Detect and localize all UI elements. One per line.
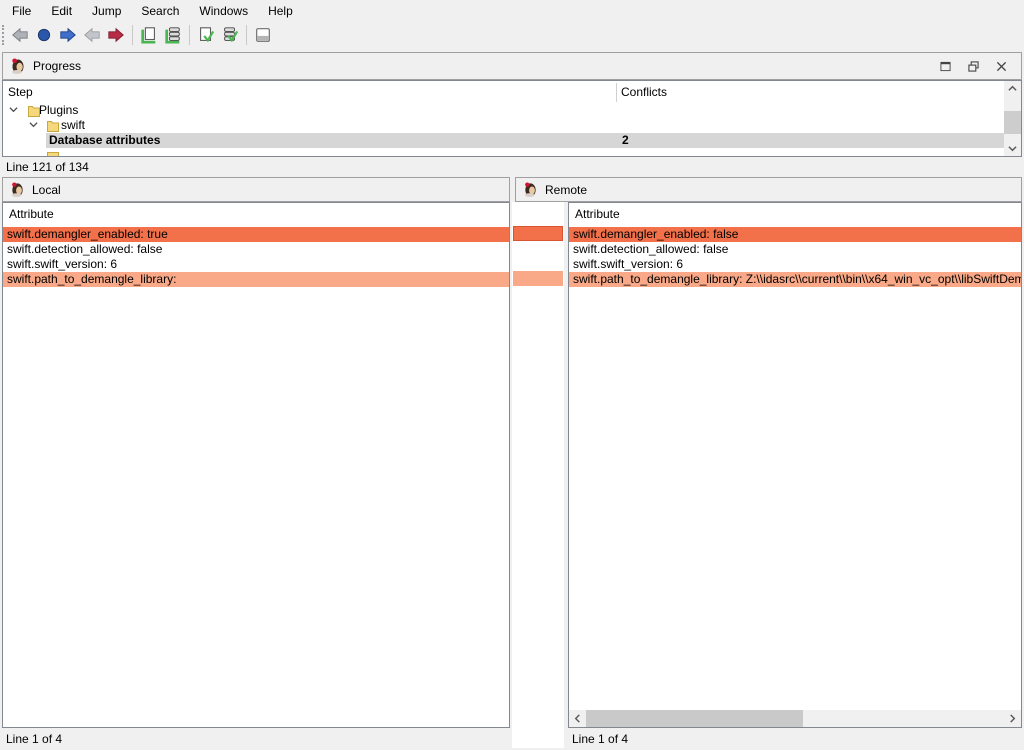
local-row-detection-allowed[interactable]: swift.detection_allowed: false: [3, 242, 509, 257]
remote-horizontal-scrollbar[interactable]: [569, 710, 1021, 727]
local-row-demangler-enabled[interactable]: swift.demangler_enabled: true: [3, 227, 509, 242]
remote-titlebar: Remote: [515, 177, 1022, 202]
local-title: Local: [32, 183, 61, 197]
local-titlebar: Local: [2, 177, 510, 202]
column-header-attribute[interactable]: Attribute: [575, 207, 620, 221]
menu-edit[interactable]: Edit: [41, 1, 82, 21]
remote-attribute-list: Attribute swift.demangler_enabled: false…: [568, 202, 1022, 728]
progress-status-text: Line 121 of 134: [6, 160, 89, 174]
forward-arrow-blue-icon[interactable]: [57, 24, 79, 46]
close-icon[interactable]: [987, 55, 1015, 77]
local-row-path-to-demangle-library[interactable]: swift.path_to_demangle_library:: [3, 272, 509, 287]
scroll-thumb[interactable]: [586, 710, 803, 727]
ida-logo-icon: [523, 182, 538, 197]
remote-row-swift-version[interactable]: swift.swift_version: 6: [569, 257, 1021, 272]
conflicts-count: 2: [622, 133, 629, 148]
column-separator[interactable]: [616, 83, 617, 102]
progress-status-bar: Line 121 of 134: [0, 157, 1024, 177]
toolbar-drag-handle[interactable]: [2, 25, 8, 45]
local-attribute-list: Attribute swift.demangler_enabled: true …: [2, 202, 510, 728]
toolbar: [0, 22, 1024, 48]
ida-logo-icon: [10, 58, 26, 74]
local-list-header: Attribute: [3, 203, 509, 225]
document-check-icon[interactable]: [195, 24, 217, 46]
window-icon[interactable]: [252, 24, 274, 46]
diff-marker-light: [513, 271, 563, 286]
forward-arrow-red-icon[interactable]: [105, 24, 127, 46]
menu-bar: File Edit Jump Search Windows Help: [0, 0, 1024, 22]
progress-title: Progress: [33, 59, 81, 73]
maximize-button[interactable]: [931, 55, 959, 77]
step-conflicts-table: Step Conflicts Plugins swift Database at…: [2, 80, 1022, 157]
menu-help[interactable]: Help: [258, 1, 303, 21]
menu-search[interactable]: Search: [131, 1, 189, 21]
remote-list-header: Attribute: [569, 203, 1021, 225]
column-header-attribute[interactable]: Attribute: [9, 207, 54, 221]
selection-highlight: [46, 133, 1004, 148]
remote-row-demangler-enabled[interactable]: swift.demangler_enabled: false: [569, 227, 1021, 242]
scroll-down-icon[interactable]: [1004, 141, 1021, 156]
column-header-conflicts[interactable]: Conflicts: [621, 85, 667, 99]
scroll-right-icon[interactable]: [1004, 710, 1021, 727]
remote-title: Remote: [545, 183, 587, 197]
remote-row-detection-allowed[interactable]: swift.detection_allowed: false: [569, 242, 1021, 257]
menu-jump[interactable]: Jump: [82, 1, 131, 21]
tree-row-database-attributes[interactable]: Database attributes 2: [3, 133, 1004, 148]
local-status-text: Line 1 of 4: [6, 732, 62, 746]
progress-titlebar: Progress: [2, 52, 1022, 80]
folder-icon: [47, 119, 59, 132]
toolbar-separator: [132, 25, 133, 45]
remote-status-text: Line 1 of 4: [572, 732, 628, 746]
column-header-step[interactable]: Step: [8, 85, 33, 99]
scroll-thumb[interactable]: [1004, 111, 1021, 134]
remote-row-path-to-demangle-library[interactable]: swift.path_to_demangle_library: Z:\\idas…: [569, 272, 1021, 287]
local-status-bar: Line 1 of 4: [0, 728, 510, 750]
scroll-up-icon[interactable]: [1004, 81, 1021, 96]
chevron-down-icon[interactable]: [29, 120, 38, 129]
tree-row-label: Database attributes: [49, 133, 160, 148]
ida-logo-icon: [10, 182, 25, 197]
restore-button[interactable]: [959, 55, 987, 77]
scroll-track[interactable]: [1004, 96, 1021, 141]
folder-icon-partial: [47, 152, 59, 156]
tree-row-label: Plugins: [39, 103, 78, 118]
document-green-icon[interactable]: [138, 24, 160, 46]
toolbar-separator: [246, 25, 247, 45]
toolbar-separator: [189, 25, 190, 45]
tree-row-plugins[interactable]: Plugins: [3, 103, 1004, 118]
tree-table-header: Step Conflicts: [3, 81, 1004, 103]
diff-marker-strong: [513, 226, 563, 241]
remote-status-bar: Line 1 of 4: [566, 728, 1024, 750]
tree-vertical-scrollbar[interactable]: [1004, 81, 1021, 156]
local-row-swift-version[interactable]: swift.swift_version: 6: [3, 257, 509, 272]
back-arrow-gray-icon[interactable]: [9, 24, 31, 46]
database-green-icon[interactable]: [162, 24, 184, 46]
scroll-left-icon[interactable]: [569, 710, 586, 727]
stop-circle-icon[interactable]: [33, 24, 55, 46]
diff-gutter: [512, 202, 564, 748]
back-arrow-disabled-icon[interactable]: [81, 24, 103, 46]
database-check-icon[interactable]: [219, 24, 241, 46]
tree-row-label: swift: [61, 118, 85, 133]
menu-file[interactable]: File: [2, 1, 41, 21]
scroll-track[interactable]: [586, 710, 1004, 727]
tree-row-swift[interactable]: swift: [3, 118, 1004, 133]
menu-windows[interactable]: Windows: [189, 1, 258, 21]
chevron-down-icon[interactable]: [9, 105, 18, 114]
